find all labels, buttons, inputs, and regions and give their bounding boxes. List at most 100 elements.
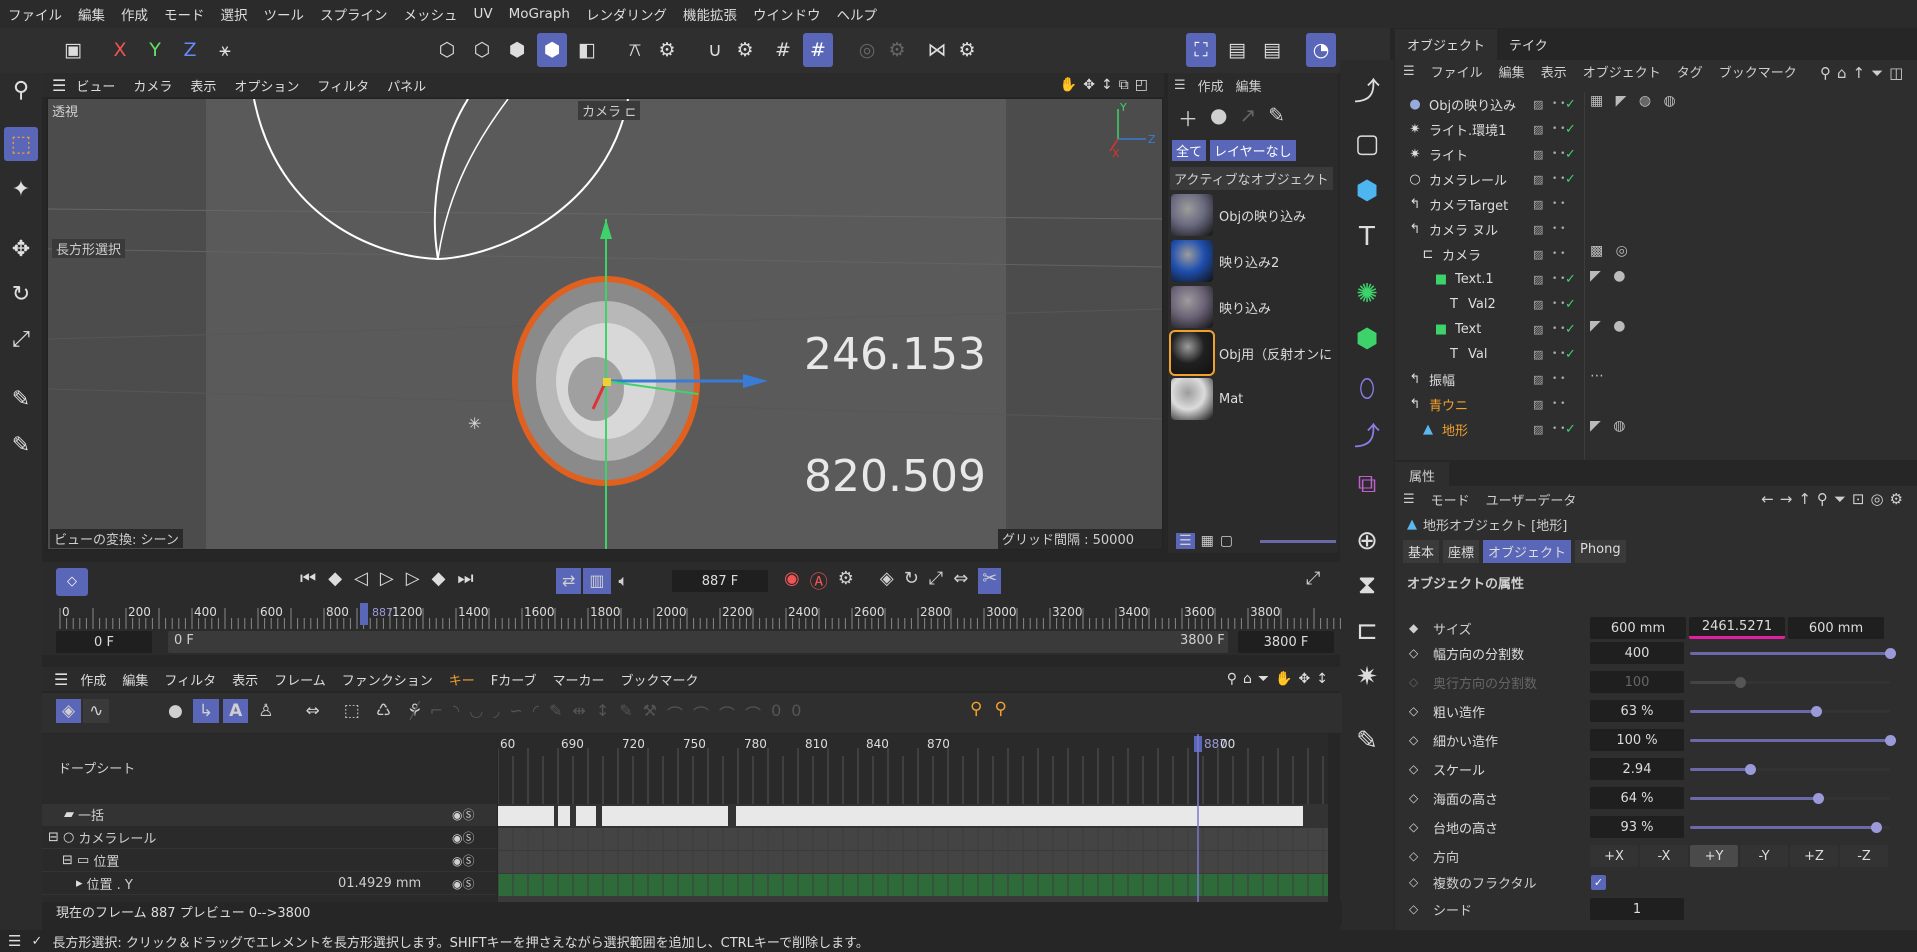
object-row[interactable]: T Val2 ▨ • • ✓ [1395,292,1917,316]
field-icon[interactable]: ⧉ [1348,465,1386,503]
dopesheet-mode-icon[interactable]: ◈ [56,699,82,723]
track-eye-icon[interactable]: ◉Ⓢ [452,875,474,892]
current-frame-field[interactable]: 887 F [672,570,768,592]
visibility-dots-icon[interactable]: • • [1552,374,1565,383]
hamburger-icon[interactable]: ☰ [1174,78,1186,93]
add-marker-icon[interactable]: ⚲ [994,699,1006,719]
go-start-icon[interactable]: ⏮ [300,568,316,589]
layer-edit-icon[interactable]: ▨ [1533,223,1543,236]
timeline-ruler[interactable]: 0 200 400 600 800 887 1200 1400 1600 1800 2000 2200… [42,600,1342,629]
menu-item[interactable]: モード [164,4,205,24]
null-object-icon[interactable]: ⤴ [1348,70,1386,108]
visibility-dots-icon[interactable]: • • [1552,424,1565,433]
camera-object-icon[interactable]: ⊏ [1348,612,1386,650]
key-settings-icon[interactable]: ⚙ [838,568,854,594]
material-zoom-slider[interactable] [1260,540,1336,543]
seed-field[interactable]: 1 [1590,898,1684,920]
dopesheet-menu-item[interactable]: 表示 [232,670,258,689]
rect-select-icon[interactable]: ⬚ [4,127,38,161]
go-end-icon[interactable]: ⏭ [457,568,473,589]
enabled-check-icon[interactable]: ✓ [1565,97,1576,112]
attr-param-field[interactable]: 100 [1590,671,1684,693]
move-keys-icon[interactable]: ⇔ [300,699,326,723]
play-icon[interactable]: ▷ [380,568,394,589]
menu-item[interactable]: 機能拡張 [683,4,737,24]
object-name[interactable]: 振幅 [1429,370,1544,389]
slider-knob[interactable] [1735,677,1746,688]
menu-item[interactable]: 作成 [121,4,148,24]
object-name[interactable]: Objの映り込み [1429,95,1544,114]
fractal-checkbox[interactable]: ✓ [1591,875,1606,890]
menu-item[interactable]: UV [474,6,493,22]
prev-frame-icon[interactable]: ◁ [354,568,368,589]
pen-icon[interactable]: ✎ [4,382,38,416]
record-icon[interactable]: ◉ [784,568,800,594]
object-row[interactable]: ↰ 青ウニ ▨ • • [1395,392,1917,416]
tag-icons[interactable]: ◤ ◍ [1590,418,1629,434]
autoframe-icon[interactable]: A [223,699,249,723]
recycle-icon[interactable]: ♺ [370,699,397,723]
dopesheet-menu-item[interactable]: フレーム [274,670,326,689]
visibility-dots-icon[interactable]: • • [1552,99,1565,108]
layer-filter-button[interactable]: レイヤーなし [1210,140,1296,161]
menu-item[interactable]: ウインドウ [753,4,821,24]
sketch-icon[interactable]: ✎ [4,428,38,462]
enabled-check-icon[interactable]: ✓ [1565,122,1576,137]
visibility-dots-icon[interactable]: • • [1552,399,1565,408]
attr-menu-mode[interactable]: モード [1431,490,1470,509]
enabled-check-icon[interactable]: ✓ [1565,347,1576,362]
slider-knob[interactable] [1745,764,1756,775]
direction-button[interactable]: +Z [1790,845,1838,867]
hamburger-icon[interactable]: ☰ [8,932,21,950]
object-menu-item[interactable]: ファイル [1431,62,1483,81]
attr-subtab[interactable]: オブジェクト [1483,540,1572,563]
spline-rect-icon[interactable]: ▢ [1348,125,1386,163]
tab-attributes[interactable]: 属性 [1395,462,1450,489]
attr-menu-userdata[interactable]: ユーザーデータ [1486,490,1577,509]
layer-edit-icon[interactable]: ▨ [1533,123,1543,136]
object-row[interactable]: ↰ 振幅 ▨ • • [1395,367,1917,391]
fcurve-mode-icon[interactable]: ∿ [83,699,110,723]
material-item[interactable]: Mat [1171,377,1336,421]
hierarchy-icon[interactable]: ↳ [192,699,220,723]
render-settings-icon[interactable]: ▤ [1257,33,1287,67]
track-row[interactable]: ▸ 位置 . Y 01.4929 mm ◉Ⓢ [42,873,497,895]
dopesheet-menu-item[interactable]: キー [449,670,475,689]
attr-subtab[interactable]: 座標 [1443,540,1480,563]
mograph-cloner-icon[interactable]: ✺ [1348,275,1386,313]
keyframe-diamond-icon[interactable]: ◇ [1409,675,1423,689]
layer-edit-icon[interactable]: ▨ [1533,148,1543,161]
visibility-dots-icon[interactable]: • • [1552,124,1565,133]
object-row[interactable]: ✷ ライト.環境1 ▨ • • ✓ [1395,117,1917,141]
slider-knob[interactable] [1871,822,1882,833]
enabled-check-icon[interactable]: ✓ [1565,172,1576,187]
visibility-dots-icon[interactable]: • • [1552,224,1565,233]
object-name[interactable]: ライト [1429,145,1544,164]
menu-item[interactable]: ファイル [8,4,62,24]
tag-icons[interactable]: ⋯ [1590,368,1608,384]
range-start-field[interactable]: 0 F [56,631,152,653]
direction-button[interactable]: -Z [1840,845,1888,867]
eyedropper-icon[interactable]: ✎ [1268,103,1285,132]
menu-item[interactable]: ツール [264,4,305,24]
viewport-menu-item[interactable]: カメラ [133,76,172,95]
polygons-mode-icon[interactable]: ⬢ [502,33,532,67]
sound-icon[interactable]: 🔈︎ [613,568,635,594]
cube-icon[interactable]: ⬢ [1348,172,1386,210]
track-row[interactable]: ▰ 一括 ◉Ⓢ [42,804,497,826]
enabled-check-icon[interactable]: ✓ [1565,272,1576,287]
object-name[interactable]: Text.1 [1455,272,1544,287]
attr-param-field[interactable]: 63 % [1590,700,1684,722]
slider-knob[interactable] [1813,793,1824,804]
box-select-icon[interactable]: ⬚ [338,699,366,723]
object-name[interactable]: 地形 [1442,420,1544,439]
camera-label[interactable]: カメラ ⊏ [578,101,641,120]
apply-icon[interactable]: ↗ [1239,103,1256,132]
object-row[interactable]: ✷ ライト ▨ • • ✓ [1395,142,1917,166]
key-rotation-icon[interactable]: ↻ [904,568,919,594]
key-param-icon[interactable]: ⇔ [953,568,968,594]
symmetry-settings-icon[interactable]: ⚙ [952,33,982,67]
menu-item[interactable]: 編集 [78,4,105,24]
dopesheet-menu-item[interactable]: マーカー [553,670,605,689]
key-position-icon[interactable]: ◈ [880,568,894,594]
